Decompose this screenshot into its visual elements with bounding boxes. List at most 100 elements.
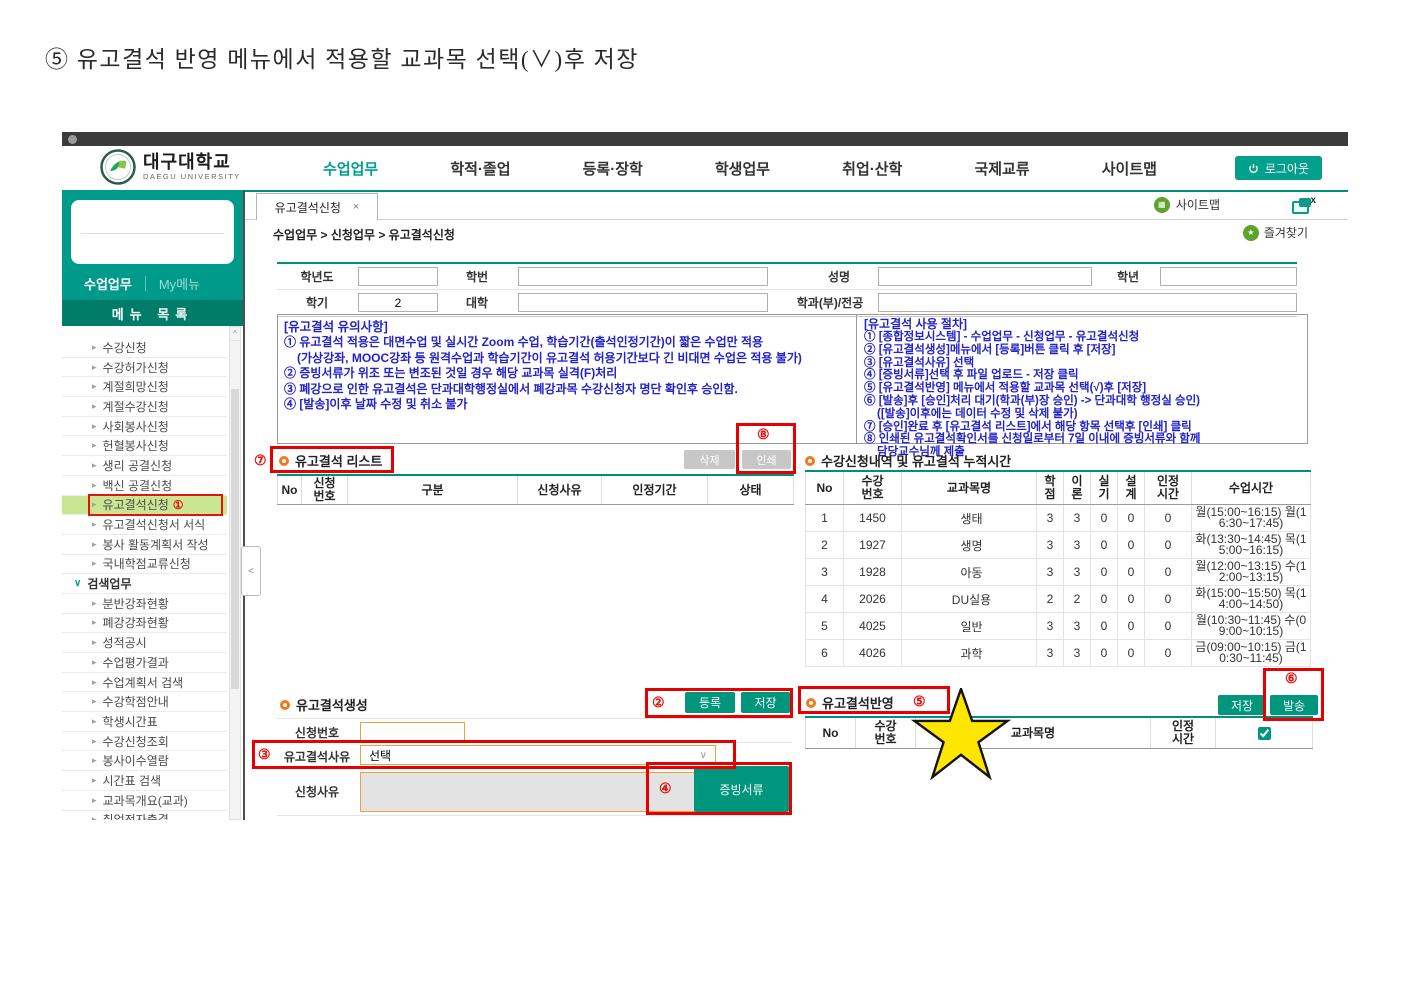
create-save-button[interactable]: 저장: [741, 692, 790, 713]
window-popup-icon[interactable]: x: [1292, 195, 1316, 214]
sidebar-item-헌혈봉사신청[interactable]: 헌혈봉사신청: [62, 436, 227, 457]
register-button[interactable]: 등록: [685, 692, 735, 713]
sidebar-item-수강허가신청[interactable]: 수강허가신청: [62, 358, 227, 378]
favorite-button[interactable]: ★ 즐겨찾기: [1242, 224, 1308, 241]
sidebar-item-백신 공결신청[interactable]: 백신 공결신청: [62, 476, 227, 496]
name-input[interactable]: [878, 267, 1092, 286]
table-cell: 3: [1063, 612, 1091, 640]
send-button[interactable]: 발송: [1270, 695, 1318, 715]
nav-sitemap[interactable]: 사이트맵: [1102, 158, 1157, 179]
select-all-checkbox[interactable]: [1258, 726, 1271, 740]
sidebar-item-시간표 검색[interactable]: 시간표 검색: [62, 771, 227, 791]
sidebar-item-수업평가결과[interactable]: 수업평가결과: [62, 653, 227, 673]
annotation-2: ②: [652, 694, 665, 710]
sidebar-item-봉사이수열람[interactable]: 봉사이수열람: [62, 751, 227, 772]
table-row: 3 1928 아동 3 3 0 0 0 월(12:00~13:15) 수(12:00~13:15…: [805, 558, 1311, 586]
table-cell: 3: [1036, 639, 1064, 667]
sidebar-item-봉사 활동계획서 작성[interactable]: 봉사 활동계획서 작성: [62, 535, 227, 555]
sidebar-item-수강학점안내[interactable]: 수강학점안내: [62, 692, 227, 713]
year-input[interactable]: [358, 267, 438, 286]
college-input[interactable]: [518, 293, 768, 312]
main-area: 유고결석신청 × ▦ 사이트맵 x 수업업무 > 신청업무 > 유고결석신청 ★…: [245, 190, 1348, 820]
sidebar-item-국내학점교류신청[interactable]: 국내학점교류신청: [62, 555, 227, 575]
logout-button[interactable]: 로그아웃: [1234, 156, 1322, 180]
column-header: 수강 번호: [843, 471, 902, 505]
notice-line: ⑤ [유고결석반영] 메뉴에서 적용할 교과목 선택(√)후 [저장]: [864, 382, 1147, 395]
sidebar-item-검색업무[interactable]: 검색업무: [62, 574, 227, 594]
sidebar-collapse-handle[interactable]: <: [241, 546, 261, 596]
sidebar-item-계절희망신청[interactable]: 계절희망신청: [62, 377, 227, 398]
request-no-input[interactable]: [360, 722, 465, 741]
sidebar-item-유고결석신청서 서식[interactable]: 유고결석신청서 서식: [62, 515, 227, 535]
favicon-icon: [68, 135, 77, 144]
tab-close-icon[interactable]: ×: [353, 201, 359, 213]
delete-button[interactable]: 삭제: [684, 450, 735, 469]
scrollbar-thumb[interactable]: [231, 389, 239, 689]
apply-table: No 수강 번호 교과목명 인정 시간: [805, 716, 1313, 749]
table-cell: 0: [1090, 585, 1118, 613]
column-header: 신청사유: [517, 475, 602, 505]
notice-box: [유고결석 유의사항] ① 유고결석 적용은 대면수업 및 실시간 Zoom 수…: [277, 314, 1308, 458]
student-no-input[interactable]: [518, 267, 768, 286]
breadcrumb-row: 수업업무 > 신청업무 > 유고결석신청 ★ 즐겨찾기: [245, 219, 1348, 245]
sidebar-tab-classwork[interactable]: 수업업무: [84, 274, 132, 293]
table-cell: 0: [1090, 639, 1118, 667]
sidebar-item-계절수강신청[interactable]: 계절수강신청: [62, 397, 227, 417]
table-cell: 일반: [901, 612, 1037, 640]
nav-records[interactable]: 학적·졸업: [450, 158, 510, 179]
sidebar-item-취업전자출결[interactable]: 취업전자출결: [62, 811, 227, 820]
column-header: 상태: [707, 475, 794, 505]
sidebar-item-label: 백신 공결신청: [102, 478, 173, 493]
tab-absence-application[interactable]: 유고결석신청 ×: [256, 193, 378, 220]
university-logo[interactable]: 대구대학교 DAEGU UNIVERSITY: [100, 149, 241, 185]
sidebar-item-폐강강좌현황[interactable]: 폐강강좌현황: [62, 614, 227, 634]
semester-input[interactable]: [358, 293, 438, 312]
print-button[interactable]: 인쇄: [742, 450, 791, 469]
table-cell: 0: [1144, 504, 1192, 532]
sidebar-item-생리 공결신청[interactable]: 생리 공결신청: [62, 456, 227, 476]
table-row: 6 4026 과학 3 3 0 0 0 금(09:00~10:15) 금(10:30~11:45…: [805, 639, 1311, 667]
notice-line: ③ 폐강으로 인한 유고결석은 단과대학행정실에서 폐강과목 수강신청자 명단 …: [284, 381, 738, 396]
apply-save-button[interactable]: 저장: [1218, 695, 1266, 715]
sidebar-tab-mymenu[interactable]: My메뉴: [159, 274, 200, 293]
column-header: 교과목명: [901, 471, 1037, 505]
sidebar-item-성적공시[interactable]: 성적공시: [62, 633, 227, 653]
annotation-8: ⑧: [757, 426, 770, 442]
sidebar-item-사회봉사신청[interactable]: 사회봉사신청: [62, 417, 227, 437]
page-title: ⑤ 유고결석 반영 메뉴에서 적용할 교과목 선택(∨)후 저장: [45, 47, 639, 72]
nav-studentaffairs[interactable]: 학생업무: [715, 158, 770, 179]
notice-line: ([발송]이후에는 데이터 수정 및 삭제 불가): [877, 407, 1078, 420]
sidebar-item-분반강좌현황[interactable]: 분반강좌현황: [62, 594, 227, 614]
table-cell: 2: [1063, 585, 1091, 613]
sidebar-item-수업계획서 검색[interactable]: 수업계획서 검색: [62, 673, 227, 693]
sitemap-link[interactable]: ▦ 사이트맵: [1153, 196, 1220, 213]
annotation-7: ⑦: [254, 452, 267, 468]
scroll-up-icon[interactable]: ^: [230, 327, 240, 341]
nav-career[interactable]: 취업·산학: [842, 158, 902, 179]
sidebar-item-label: 분반강좌현황: [102, 596, 169, 611]
sidebar-item-학생시간표[interactable]: 학생시간표: [62, 712, 227, 732]
sidebar-item-수강신청[interactable]: 수강신청: [62, 338, 227, 358]
sidebar-scrollbar[interactable]: ^: [229, 326, 241, 820]
reason-textarea[interactable]: [360, 772, 697, 812]
reason-type-select[interactable]: 선택 ∨: [360, 745, 716, 765]
nav-international[interactable]: 국제교류: [974, 158, 1029, 179]
table-cell: 0: [1117, 504, 1145, 532]
sidebar-item-label: 계절희망신청: [102, 380, 169, 395]
chevron-down-icon: ∨: [699, 749, 707, 761]
nav-classwork[interactable]: 수업업무: [323, 158, 378, 179]
sidebar-item-교과목개요(교과)[interactable]: 교과목개요(교과): [62, 791, 227, 811]
table-header-row: No 수강 번호 교과목명 학 점이 론실 기설 계 인정 시간 수업시간: [805, 471, 1311, 505]
notice-procedure-title: [유고결석 사용 절차]: [864, 317, 967, 331]
bullet-icon: [805, 455, 815, 466]
table-cell: 3: [1036, 612, 1064, 640]
evidence-button[interactable]: 증빙서류: [694, 766, 789, 812]
nav-registration[interactable]: 등록·장학: [583, 158, 643, 179]
sidebar-item-수강신청조회[interactable]: 수강신청조회: [62, 732, 227, 752]
sidebar-item-유고결석신청[interactable]: 유고결석신청①: [62, 493, 227, 517]
grade-input[interactable]: [1160, 267, 1297, 286]
sidebar-item-label: 수업계획서 검색: [102, 675, 184, 690]
major-input[interactable]: [878, 293, 1297, 312]
sidebar-item-label: 수강신청조회: [102, 734, 169, 749]
sidebar-item-label: 국내학점교류신청: [102, 557, 191, 572]
